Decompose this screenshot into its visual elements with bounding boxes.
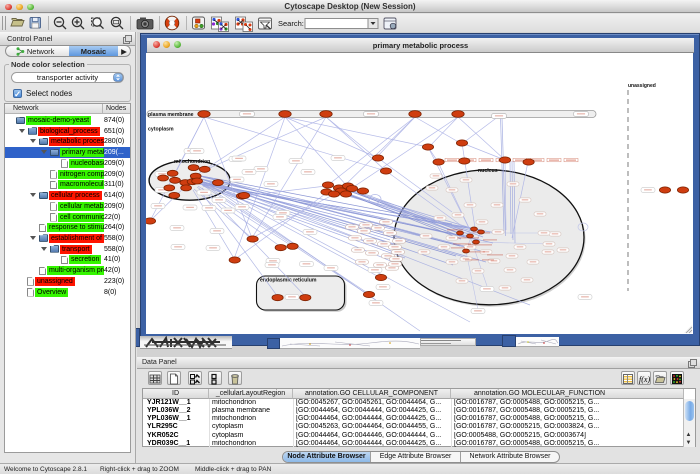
svg-text:plasma membrane: plasma membrane [148, 112, 194, 118]
svg-text:cytoplasm: cytoplasm [148, 127, 174, 133]
svg-text:unassigned: unassigned [628, 83, 656, 89]
svg-text:Search:: Search: [278, 19, 304, 28]
svg-text:f(x): f(x) [639, 375, 650, 384]
svg-text:nucleus: nucleus [478, 168, 498, 174]
